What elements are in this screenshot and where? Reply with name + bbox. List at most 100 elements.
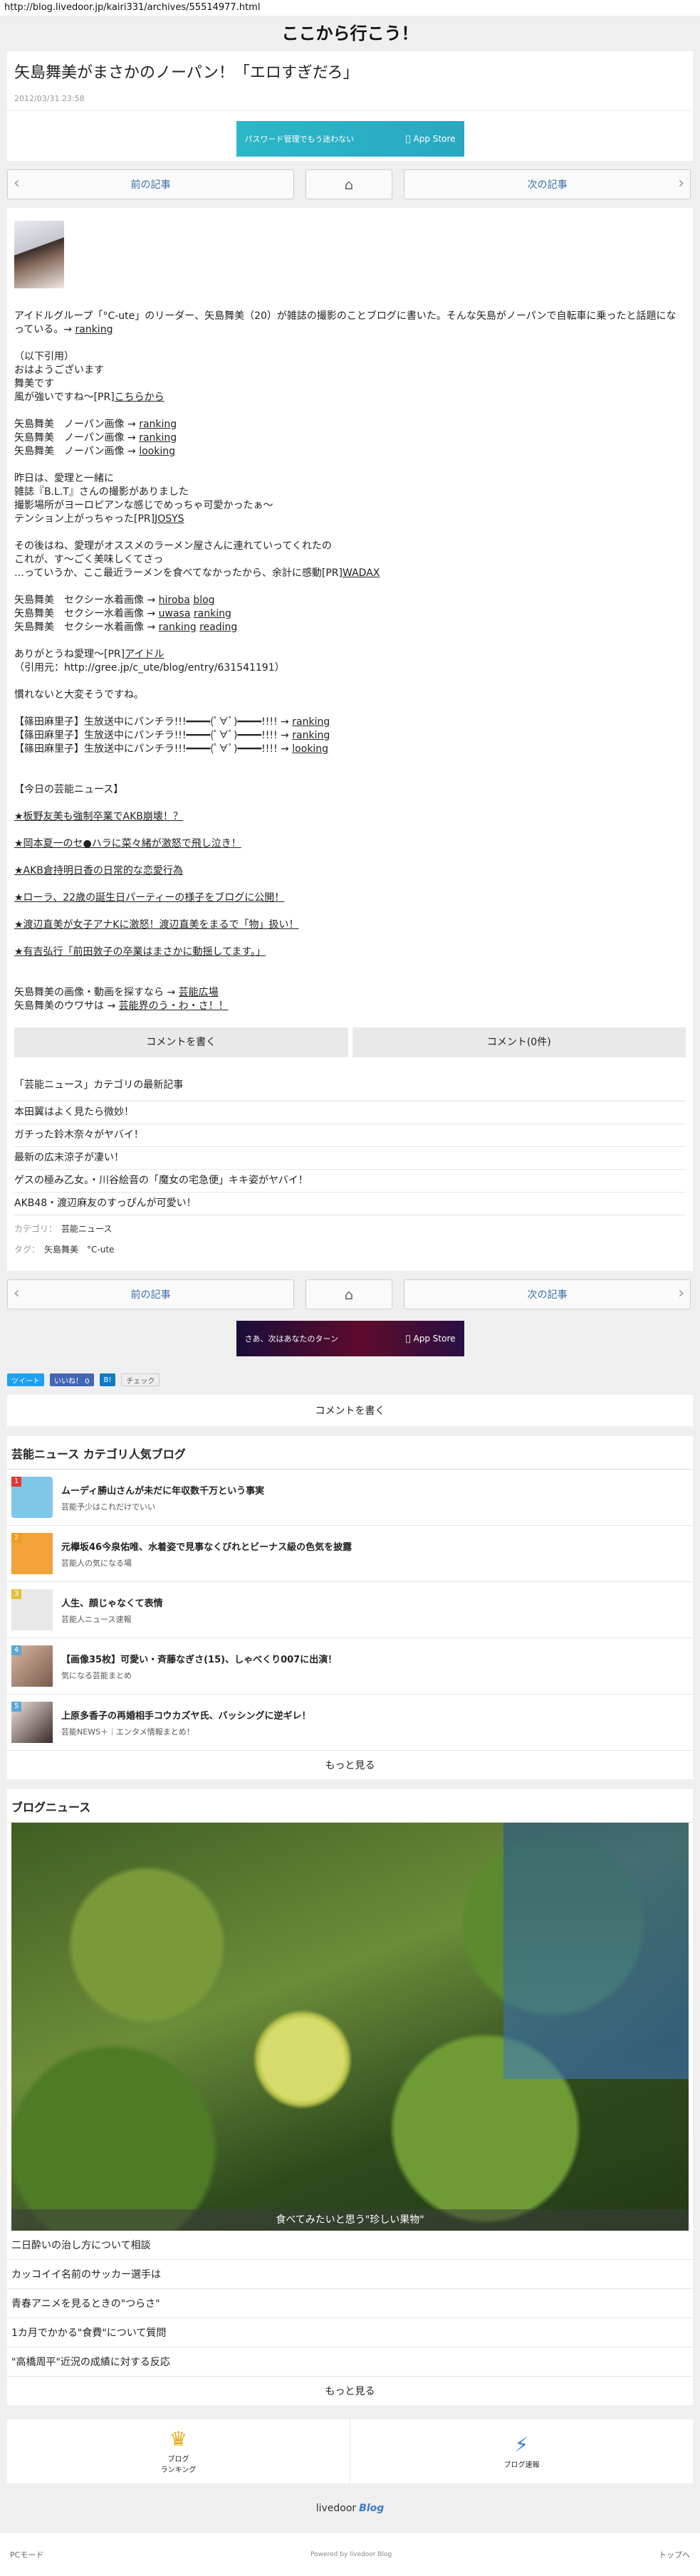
list-item[interactable]: 2 元欅坂46今泉佑唯、水着姿で見事なくびれとビーナス級の色気を披露 芸能人の気に… [7, 1526, 693, 1582]
article-title: 矢島舞美がまさかのノーパン！「エロすぎだろ」 [14, 64, 359, 82]
home-button[interactable]: ⌂ [305, 1279, 392, 1309]
blog-ranking-link[interactable]: ♛ ブログ ランキング [7, 2419, 350, 2483]
news-link[interactable]: ★ローラ、22歳の誕生日パーティーの様子をブログに公開！ [14, 891, 686, 905]
list-item[interactable]: AKB48・渡辺麻友のすっぴんが可愛い！ [14, 1193, 686, 1215]
hatena-bookmark-button[interactable]: B! [99, 1373, 116, 1386]
home-button[interactable]: ⌂ [305, 169, 392, 199]
ranking-link[interactable]: ranking [292, 716, 330, 728]
ranking-link[interactable]: ranking [139, 419, 177, 430]
chevron-right-icon: › [678, 174, 684, 192]
category-link[interactable]: 芸能ニュース [61, 1224, 112, 1234]
popular-heading: 芸能ニュース カテゴリ人気ブログ [7, 1436, 693, 1470]
list-item[interactable]: "高橋周平"近況の成績に対する反応 [7, 2347, 693, 2377]
blog-thumbnail: 2 [11, 1533, 53, 1574]
ad-text: パスワード管理でもう迷わない [244, 135, 355, 144]
ad-banner-top: パスワード管理でもう迷わない  App Store [7, 110, 693, 161]
news-link[interactable]: ★有吉弘行「前田敦子の卒業はまさかに動揺してます。」 [14, 946, 686, 959]
comment-actions: コメントを書く コメント(0件) [14, 1027, 686, 1057]
next-article-button[interactable]: 次の記事 › [404, 1279, 691, 1309]
app-store-badge:  App Store [405, 134, 455, 144]
pr-link[interactable]: JOSYS [155, 513, 184, 525]
facebook-like-button[interactable]: いいね！ 0 [50, 1373, 94, 1386]
list-item[interactable]: 1 ムーディ勝山さんが未だに年収数千万という事実 芸能予少はこれだけでいい [7, 1470, 693, 1526]
footer-links: ♛ ブログ ランキング ⚡ ブログ速報 [7, 2419, 693, 2483]
home-icon: ⌂ [344, 1286, 354, 1303]
ad-banner-bottom: さあ、次はあなたのターン  App Store [0, 1318, 700, 1365]
apple-icon:  [405, 1334, 410, 1344]
ranking-link[interactable]: ranking [75, 324, 113, 335]
article-header: 矢島舞美がまさかのノーパン！「エロすぎだろ」 2012/03/31 23:58 [7, 51, 693, 110]
blog-link[interactable]: blog [193, 595, 214, 606]
back-to-top-link[interactable]: トップへ [659, 2549, 690, 2560]
app-ad-banner[interactable]: パスワード管理でもう迷わない  App Store [236, 121, 464, 157]
news-link[interactable]: ★岡本夏一のセ●ハラに菜々緒が激怒で飛し泣き！ [14, 837, 686, 851]
news-feature-image[interactable]: 食べてみたいと思う"珍しい果物" [11, 1823, 689, 2231]
livedoor-blog-logo[interactable]: livedoor Blog [0, 2483, 700, 2533]
tweet-button[interactable]: ツイート [7, 1373, 44, 1386]
list-item[interactable]: 青春アニメを見るときの"つらさ" [7, 2289, 693, 2318]
site-title[interactable]: ここから行こう！ [0, 16, 700, 51]
home-icon: ⌂ [344, 176, 354, 193]
article-photo [14, 221, 64, 288]
list-item[interactable]: カッコイイ名前のサッカー選手は [7, 2260, 693, 2289]
ranking-link[interactable]: ranking [139, 432, 177, 444]
latest-list: 本田翼はよく見たら微妙！ ガチった鈴木奈々がヤバイ！ 最新の広末涼子が凄い！ ゲ… [14, 1101, 686, 1215]
more-button[interactable]: もっと見る [7, 2377, 693, 2405]
prev-article-button[interactable]: ‹ 前の記事 [7, 1279, 294, 1309]
hiroba-link[interactable]: hiroba [159, 595, 190, 606]
prev-article-button[interactable]: ‹ 前の記事 [7, 169, 294, 199]
ranking-link[interactable]: ranking [194, 608, 231, 619]
powered-by: Powered by livedoor Blog [310, 2551, 392, 2558]
pc-mode-link[interactable]: PCモード [10, 2549, 43, 2560]
next-article-button[interactable]: 次の記事 › [404, 169, 691, 199]
write-comment-button[interactable]: コメントを書く [14, 1027, 348, 1057]
list-item[interactable]: 3 人生、顔じゃなくて表情 芸能人ニュース速報 [7, 1582, 693, 1638]
blog-thumbnail: 1 [11, 1477, 53, 1518]
app-ad-banner[interactable]: さあ、次はあなたのターン  App Store [236, 1321, 464, 1356]
apple-icon:  [405, 134, 410, 144]
ranking-link[interactable]: ranking [292, 730, 330, 741]
crown-icon: ♛ [169, 2427, 188, 2451]
lightning-icon: ⚡ [514, 2432, 529, 2456]
reading-link[interactable]: reading [199, 622, 237, 633]
news-link[interactable]: ★板野友美も強制卒業でAKB崩壊！？ [14, 810, 686, 824]
mixi-check-button[interactable]: チェック [121, 1373, 160, 1386]
list-item[interactable]: 二日酔いの治し方について相談 [7, 2231, 693, 2260]
bottom-bar: PCモード Powered by livedoor Blog トップへ [0, 2533, 700, 2576]
blog-thumbnail: 5 [11, 1702, 53, 1743]
pr-link[interactable]: アイドル [125, 649, 164, 660]
ranking-link[interactable]: ranking [159, 622, 197, 633]
article-body: アイドルグループ「°C-ute」のリーダー、矢島舞美（20）が雑誌の撮影のことブ… [7, 208, 693, 1271]
list-item[interactable]: 1カ月でかかる"食費"について質問 [7, 2318, 693, 2347]
looking-link[interactable]: looking [292, 743, 328, 755]
list-item[interactable]: ゲスの極み乙女。・川谷絵音の「魔女の宅急便」キキ姿がヤバイ！ [14, 1170, 686, 1193]
blog-news: ブログニュース 食べてみたいと思う"珍しい果物" 二日酔いの治し方について相談 … [7, 1789, 693, 2405]
uwasa-link[interactable]: 芸能界のう・わ・さ！！ [119, 1000, 229, 1012]
list-item[interactable]: 5 上原多香子の再婚相手コウカズヤ氏、バッシングに逆ギレ！ 芸能NEWS＋｜エンタ… [7, 1695, 693, 1751]
news-link[interactable]: ★AKB倉持明日香の日常的な恋愛行為 [14, 864, 686, 878]
chevron-left-icon: ‹ [14, 174, 20, 192]
url-bar: http://blog.livedoor.jp/kairi331/archive… [0, 0, 700, 16]
blog-thumbnail: 4 [11, 1645, 53, 1687]
article-pager-top: ‹ 前の記事 ⌂ 次の記事 › [0, 161, 700, 208]
looking-link[interactable]: looking [139, 446, 175, 457]
uwasa-link[interactable]: uwasa [159, 608, 191, 619]
write-comment-button[interactable]: コメントを書く [7, 1395, 693, 1426]
geinou-hiroba-link[interactable]: 芸能広場 [179, 987, 219, 998]
ad-text: さあ、次はあなたのターン [244, 1334, 338, 1344]
more-button[interactable]: もっと見る [7, 1751, 693, 1779]
list-item[interactable]: 4 【画像35枚】可愛い・斉藤なぎさ(15)、しゃべくり007に出演！ 気になる芸… [7, 1638, 693, 1695]
pr-link[interactable]: こちらから [115, 392, 164, 403]
tag-links[interactable]: 矢島舞美 °C-ute [44, 1245, 114, 1255]
list-item[interactable]: ガチった鈴木奈々がヤバイ！ [14, 1124, 686, 1147]
pr-link[interactable]: WADAX [343, 567, 380, 579]
list-item[interactable]: 最新の広末涼子が凄い！ [14, 1147, 686, 1170]
comment-count-button[interactable]: コメント(0件) [352, 1027, 686, 1057]
article-pager-bottom: ‹ 前の記事 ⌂ 次の記事 › [0, 1271, 700, 1318]
list-item[interactable]: 本田翼はよく見たら微妙！ [14, 1101, 686, 1124]
news-list: 二日酔いの治し方について相談 カッコイイ名前のサッカー選手は 青春アニメを見ると… [7, 2231, 693, 2377]
blog-news-heading: ブログニュース [7, 1789, 693, 1823]
blog-bulletin-link[interactable]: ⚡ ブログ速報 [350, 2419, 693, 2483]
news-link[interactable]: ★渡辺直美が女子アナKに激怒！渡辺直美をまるで「物」扱い！ [14, 918, 686, 932]
article-meta: カテゴリ： 芸能ニュース タグ： 矢島舞美 °C-ute [14, 1224, 115, 1255]
